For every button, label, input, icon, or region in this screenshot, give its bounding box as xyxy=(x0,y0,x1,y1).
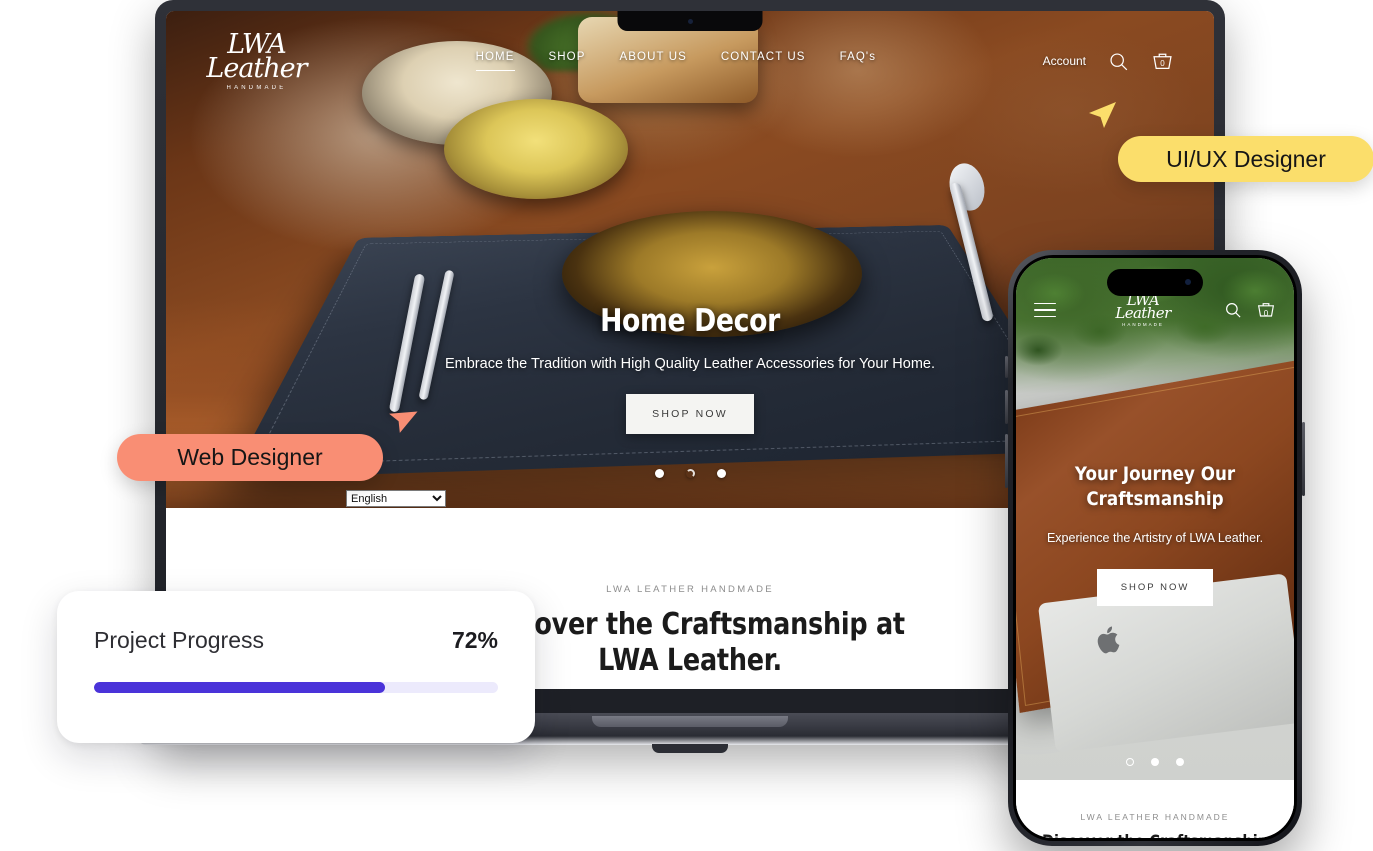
mobile-logo-line-3: HANDMADE xyxy=(1115,323,1170,328)
nav-item-contact-us[interactable]: CONTACT US xyxy=(721,51,806,71)
mobile-nav-actions: 0 xyxy=(1224,300,1276,320)
nav-item-faqs[interactable]: FAQ's xyxy=(840,51,876,71)
logo-line-3: HANDMADE xyxy=(204,85,309,91)
language-select[interactable]: English xyxy=(346,490,446,507)
cart-icon[interactable]: 0 xyxy=(1151,50,1174,73)
hamburger-line-1 xyxy=(1034,303,1056,305)
hamburger-line-2 xyxy=(1034,309,1056,311)
hero-title: Home Decor xyxy=(239,303,1140,339)
carousel-dot-3[interactable] xyxy=(717,469,726,478)
site-logo[interactable]: LWA Leather HANDMADE xyxy=(204,31,309,91)
mobile-hero-title-line-2: Craftsmanship xyxy=(1047,487,1263,512)
mobile-section-eyebrow: LWA LEATHER HANDMADE xyxy=(1016,812,1294,822)
mobile-cart-count-badge: 0 xyxy=(1256,309,1276,318)
mobile-site-logo[interactable]: LWA Leather HANDMADE xyxy=(1115,293,1170,328)
hamburger-line-3 xyxy=(1034,316,1056,318)
search-icon[interactable] xyxy=(1108,51,1129,72)
mobile-section-title: Discover the Craftsmanship at xyxy=(1037,832,1273,838)
badge-web-designer: Web Designer xyxy=(117,434,383,481)
laptop-camera-notch xyxy=(618,11,763,31)
phone-power-button[interactable] xyxy=(1302,422,1305,496)
mobile-hero-copy: Your Journey Our Craftsmanship Experienc… xyxy=(1016,462,1294,606)
desktop-nav-actions: Account 0 xyxy=(1043,50,1174,73)
mobile-craftsmanship-section: LWA LEATHER HANDMADE Discover the Crafts… xyxy=(1016,780,1294,838)
progress-card-label: Project Progress xyxy=(94,627,264,654)
screenshot-root: LWA Leather HANDMADE HOME SHOP ABOUT US … xyxy=(0,0,1373,851)
mobile-carousel-dot-1[interactable] xyxy=(1126,758,1134,766)
mobile-logo-line-2: Leather xyxy=(1115,306,1170,321)
hero-shop-now-button[interactable]: SHOP NOW xyxy=(626,394,754,434)
laptop-hinge-groove xyxy=(592,716,788,727)
progress-card-percent: 72% xyxy=(452,627,498,654)
hero-subtitle: Embrace the Tradition with High Quality … xyxy=(166,356,1214,372)
hero-bowl-two-decor xyxy=(444,99,628,199)
mobile-hero-subtitle: Experience the Artistry of LWA Leather. xyxy=(1032,531,1278,545)
cart-count-badge: 0 xyxy=(1151,59,1174,68)
badge-uiux-designer: UI/UX Designer xyxy=(1118,136,1373,182)
mobile-hero-title: Your Journey Our Craftsmanship xyxy=(1047,462,1263,511)
mobile-search-icon[interactable] xyxy=(1224,301,1242,319)
progress-bar-fill xyxy=(94,682,385,693)
mobile-carousel-dots xyxy=(1016,758,1294,766)
phone-dynamic-island xyxy=(1107,269,1203,296)
progress-bar-track xyxy=(94,682,498,693)
nav-item-home[interactable]: HOME xyxy=(476,51,515,71)
mobile-shop-now-button[interactable]: SHOP NOW xyxy=(1097,569,1214,606)
project-progress-card: Project Progress 72% xyxy=(57,591,535,743)
desktop-nav-links: HOME SHOP ABOUT US CONTACT US FAQ's xyxy=(309,51,1043,71)
mobile-cart-icon[interactable]: 0 xyxy=(1256,300,1276,320)
mobile-carousel-dot-3[interactable] xyxy=(1176,758,1184,766)
apple-logo-icon xyxy=(1092,621,1126,658)
mobile-hero-title-line-1: Your Journey Our xyxy=(1047,462,1263,487)
carousel-dot-2[interactable] xyxy=(686,469,695,478)
carousel-dot-1[interactable] xyxy=(655,469,664,478)
progress-card-header: Project Progress 72% xyxy=(94,627,498,654)
hamburger-icon[interactable] xyxy=(1034,298,1056,323)
nav-item-about-us[interactable]: ABOUT US xyxy=(620,51,687,71)
cursor-arrow-icon-uiux xyxy=(1085,98,1119,137)
account-link[interactable]: Account xyxy=(1043,54,1086,68)
mobile-carousel-dot-2[interactable] xyxy=(1151,758,1159,766)
cursor-arrow-icon-web xyxy=(385,403,419,442)
logo-line-2: Leather xyxy=(204,55,309,82)
laptop-foot xyxy=(652,744,728,753)
nav-item-shop[interactable]: SHOP xyxy=(549,51,586,71)
